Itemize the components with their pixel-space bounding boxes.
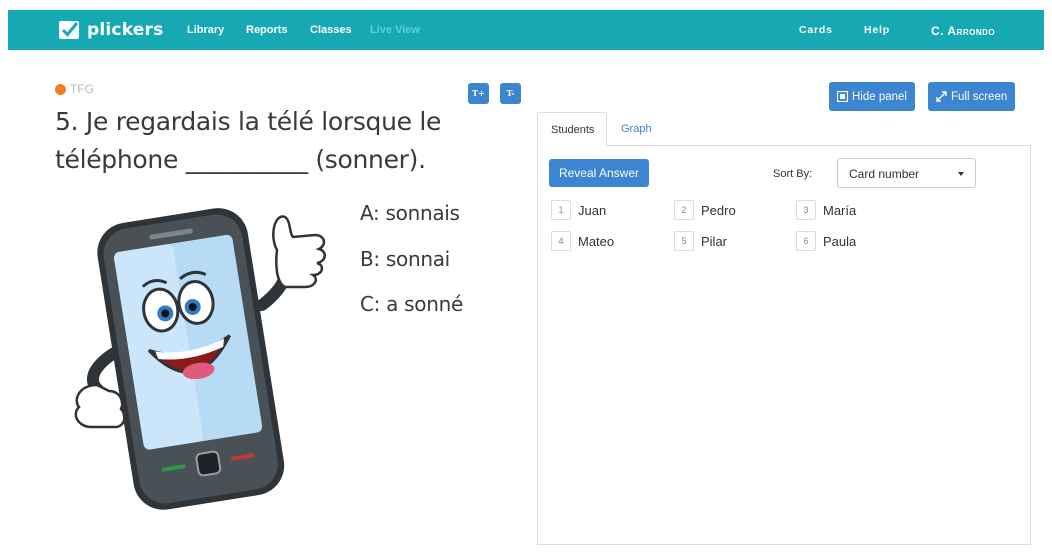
card-number: 3 bbox=[796, 200, 816, 220]
increase-font-button[interactable]: T+ bbox=[468, 83, 489, 104]
expand-icon bbox=[936, 91, 947, 102]
student-card[interactable]: 6 Paula bbox=[796, 231, 856, 251]
choice-c: C: a sonné bbox=[360, 292, 463, 316]
chevron-down-icon bbox=[958, 172, 964, 176]
student-name: Pilar bbox=[701, 233, 728, 249]
question-image bbox=[57, 195, 335, 517]
card-number: 1 bbox=[551, 200, 571, 220]
nav-user-menu[interactable]: C. Arrondo bbox=[931, 24, 995, 38]
nav-live-view[interactable]: Live View bbox=[370, 24, 420, 36]
student-card[interactable]: 3 María bbox=[796, 200, 856, 220]
sort-by-select[interactable]: Card number bbox=[837, 158, 976, 188]
tab-graph[interactable]: Graph bbox=[608, 112, 665, 146]
cartoon-phone-icon bbox=[74, 208, 326, 510]
nav-cards[interactable]: Cards bbox=[799, 24, 833, 36]
nav-reports[interactable]: Reports bbox=[246, 24, 288, 36]
card-number: 4 bbox=[551, 231, 571, 251]
student-card[interactable]: 1 Juan bbox=[551, 200, 606, 220]
brand-name: plickers bbox=[87, 20, 164, 40]
panel-toggle-icon bbox=[837, 91, 848, 102]
student-name: Mateo bbox=[578, 233, 615, 249]
students-panel bbox=[537, 145, 1031, 545]
student-name: Paula bbox=[823, 233, 857, 249]
plickers-logo-icon bbox=[59, 21, 79, 39]
choice-b: B: sonnai bbox=[360, 247, 450, 271]
set-name: TFG bbox=[70, 82, 94, 96]
top-navbar: plickers Library Reports Classes Live Vi… bbox=[8, 10, 1044, 50]
card-number: 6 bbox=[796, 231, 816, 251]
brand-logo-link[interactable]: plickers bbox=[58, 17, 163, 43]
decrease-font-button[interactable]: T- bbox=[500, 83, 521, 104]
nav-help[interactable]: Help bbox=[864, 24, 890, 36]
set-color-dot bbox=[55, 84, 66, 95]
student-card[interactable]: 4 Mateo bbox=[551, 231, 614, 251]
card-number: 5 bbox=[674, 231, 694, 251]
question-text: 5. Je regardais la télé lorsque le télép… bbox=[55, 107, 442, 174]
student-card[interactable]: 2 Pedro bbox=[674, 200, 736, 220]
sort-by-value: Card number bbox=[849, 167, 920, 181]
nav-library[interactable]: Library bbox=[187, 24, 224, 36]
student-name: Pedro bbox=[701, 202, 736, 218]
student-name: María bbox=[823, 202, 857, 218]
hide-panel-button[interactable]: Hide panel bbox=[829, 82, 915, 111]
tab-students[interactable]: Students bbox=[537, 112, 607, 146]
reveal-answer-button[interactable]: Reveal Answer bbox=[549, 159, 649, 187]
nav-classes[interactable]: Classes bbox=[310, 24, 352, 36]
card-number: 2 bbox=[674, 200, 694, 220]
full-screen-button[interactable]: Full screen bbox=[928, 82, 1016, 111]
student-name: Juan bbox=[578, 202, 607, 218]
full-screen-label: Full screen bbox=[951, 90, 1008, 103]
hide-panel-label: Hide panel bbox=[852, 90, 907, 103]
student-card[interactable]: 5 Pilar bbox=[674, 231, 727, 251]
sort-by-label: Sort By: bbox=[773, 168, 813, 180]
choice-a: A: sonnais bbox=[360, 201, 460, 225]
